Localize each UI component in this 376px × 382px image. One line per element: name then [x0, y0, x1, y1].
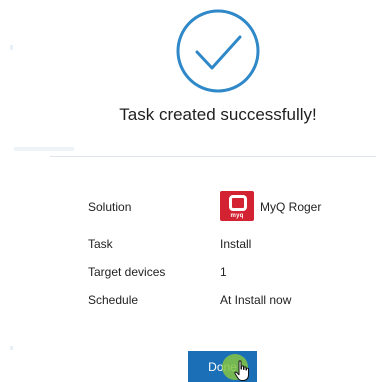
check-circle-icon	[176, 9, 260, 93]
detail-row-target-devices: Target devices 1	[88, 261, 227, 283]
task-created-dialog: Task created successfully! Solution myq …	[0, 0, 376, 382]
target-devices-value: 1	[220, 265, 227, 279]
detail-row-schedule: Schedule At Install now	[88, 289, 291, 311]
divider	[50, 156, 376, 157]
background-fragment	[10, 346, 13, 350]
detail-row-task: Task Install	[88, 233, 251, 255]
detail-row-solution: Solution myq MyQ Roger	[88, 191, 322, 221]
background-fragment	[10, 45, 13, 50]
schedule-value: At Install now	[220, 293, 292, 307]
myq-logo-icon: myq	[220, 191, 254, 221]
task-value: Install	[220, 237, 252, 251]
solution-value-group: myq MyQ Roger	[220, 191, 322, 221]
solution-label: Solution	[88, 200, 132, 214]
background-fragment	[14, 147, 74, 151]
schedule-label: Schedule	[88, 293, 139, 307]
solution-value: MyQ Roger	[260, 200, 322, 214]
task-label: Task	[88, 237, 113, 251]
target-devices-label: Target devices	[88, 265, 166, 279]
dialog-title: Task created successfully!	[119, 105, 317, 124]
myq-logo-text: myq	[230, 213, 244, 219]
hand-pointer-icon	[234, 360, 249, 381]
